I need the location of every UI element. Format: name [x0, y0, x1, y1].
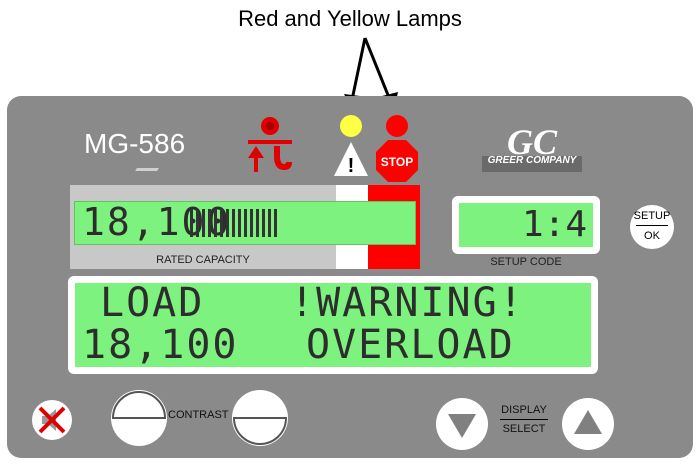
display-up-button[interactable]	[562, 398, 614, 450]
crane-hook-icon	[248, 117, 292, 172]
rated-capacity-label: RATED CAPACITY	[156, 254, 250, 266]
capacity-bar-segment	[202, 209, 205, 237]
capacity-bar-segment	[274, 209, 277, 237]
stop-icon: STOP	[381, 155, 413, 169]
model-dash	[135, 168, 159, 171]
overload-text: OVERLOAD	[306, 322, 515, 368]
greer-company-label: GREER COMPANY	[487, 155, 577, 166]
warning-icon: !	[348, 155, 355, 177]
capacity-bar-segment	[232, 209, 235, 237]
setup-label: SETUP	[633, 210, 671, 222]
capacity-bar-segment	[262, 209, 265, 237]
capacity-bar-segment	[208, 209, 211, 237]
capacity-bar-segment	[226, 209, 229, 237]
contrast-left-icon	[111, 391, 167, 419]
greer-logo-icon: GC	[482, 122, 582, 172]
display-label: DISPLAY	[501, 404, 547, 416]
mute-icon	[38, 406, 66, 434]
contrast-up-button[interactable]	[232, 390, 288, 446]
capacity-bar-segment	[244, 209, 247, 237]
capacity-bar-segment	[220, 209, 223, 237]
capacity-bar-segment	[250, 209, 253, 237]
capacity-bar-segment	[268, 209, 271, 237]
warning-text: !WARNING!	[290, 280, 525, 326]
mute-button[interactable]	[32, 400, 72, 440]
contrast-down-button[interactable]	[111, 390, 167, 446]
caption-title: Red and Yellow Lamps	[238, 6, 462, 31]
contrast-right-icon	[232, 417, 288, 445]
arrow-up-icon	[574, 410, 602, 434]
arrow-down-icon	[448, 414, 476, 438]
model-label: MG-586	[84, 128, 186, 159]
capacity-bar-segment	[214, 209, 217, 237]
capacity-bar-segment	[256, 209, 259, 237]
capacity-bar-segment	[196, 209, 199, 237]
capacity-bar-segment	[238, 209, 241, 237]
setup-divider	[636, 225, 668, 226]
load-value: 18,100	[82, 322, 239, 368]
red-lamp: STOP	[376, 115, 418, 182]
capacity-bar-segment	[190, 209, 193, 237]
ok-label: OK	[644, 230, 660, 242]
select-label: SELECT	[502, 423, 546, 435]
setup-code-label: SETUP CODE	[490, 256, 562, 268]
load-label: LOAD	[100, 280, 205, 326]
yellow-lamp: !	[334, 115, 368, 177]
capacity-bargraph	[190, 209, 277, 237]
display-divider	[500, 419, 548, 420]
setup-code-value: 1:4	[521, 204, 587, 245]
display-down-button[interactable]	[436, 398, 488, 450]
contrast-label: CONTRAST	[168, 409, 229, 421]
